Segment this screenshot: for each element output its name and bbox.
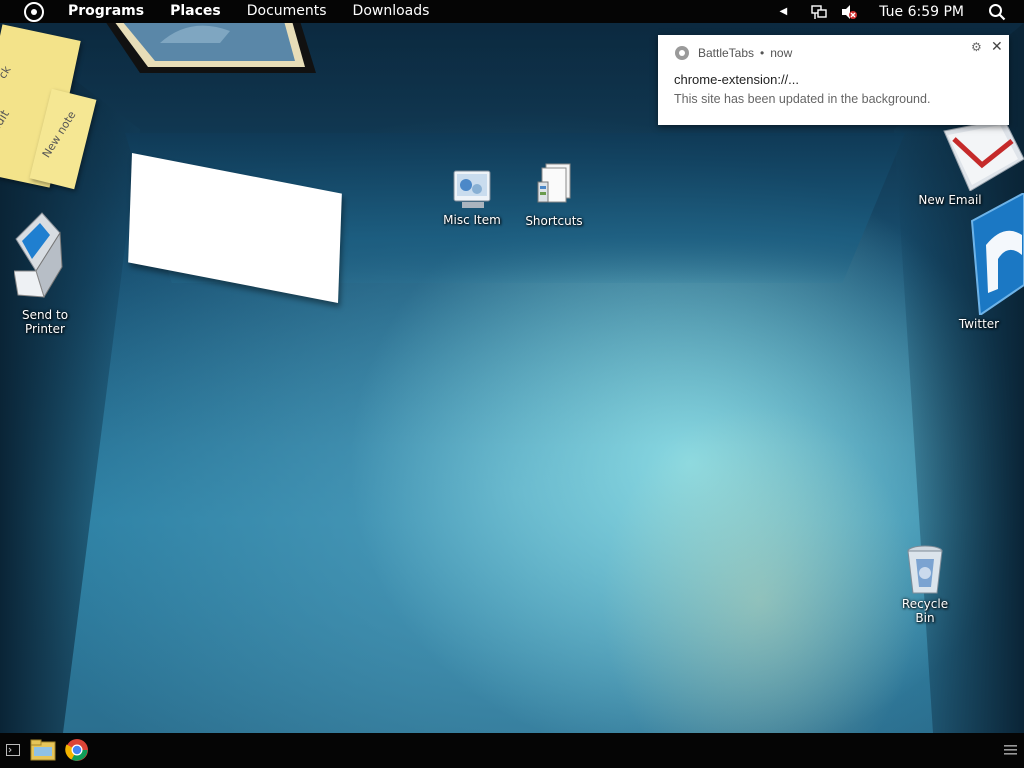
notification-app-name: BattleTabs (698, 46, 755, 60)
picture-frame-widget[interactable] (100, 23, 320, 77)
start-icon (31, 8, 37, 15)
clock[interactable]: Tue 6:59 PM (879, 4, 964, 20)
desktop-background[interactable]: ck edit New note Send to Printer Misc It… (0, 23, 1024, 733)
twitter-label: Twitter (958, 317, 1000, 331)
shortcuts-label: Shortcuts (525, 214, 583, 228)
menu-programs[interactable]: Programs (68, 0, 144, 23)
shortcuts-icon[interactable]: Shortcuts (522, 162, 586, 228)
envelope-icon (943, 119, 1024, 191)
notification-separator: • (760, 46, 765, 60)
control-panel-icon (453, 170, 491, 208)
top-panel: Programs Places Documents Downloads ◀ Tu… (0, 0, 1024, 23)
notification-header: BattleTabs • now (675, 46, 792, 60)
notification-title: chrome-extension://... (674, 72, 799, 87)
menu-downloads[interactable]: Downloads (353, 0, 430, 23)
twitter-bird-icon (970, 193, 1024, 315)
terminal-icon[interactable] (6, 744, 20, 756)
sticky-note-text: edit (0, 107, 12, 135)
trash-bin-icon (907, 545, 943, 594)
send-to-printer-icon[interactable]: Send to Printer (10, 211, 80, 336)
notification-popup[interactable]: BattleTabs • now ⚙ ✕ chrome-extension://… (658, 35, 1009, 125)
chrome-icon (675, 46, 689, 60)
shortcuts-documents-icon (537, 163, 571, 203)
misc-item-icon[interactable]: Misc Item (440, 169, 504, 227)
system-tray: ◀ Tue 6:59 PM (780, 0, 1024, 23)
send-to-printer-label-line2: Printer (25, 322, 65, 336)
menu-places[interactable]: Places (170, 0, 221, 23)
floor-light-glow (600, 403, 920, 733)
twitter-icon[interactable]: Twitter (944, 193, 1024, 331)
recycle-bin-label: Recycle Bin (901, 597, 949, 625)
printer-icon (13, 212, 63, 299)
start-button[interactable] (24, 1, 44, 22)
misc-item-label: Misc Item (443, 213, 501, 227)
gear-icon[interactable]: ⚙ (971, 40, 982, 54)
menu-documents[interactable]: Documents (247, 0, 327, 23)
notification-body: This site has been updated in the backgr… (674, 92, 931, 106)
taskbar (0, 733, 1024, 768)
menu-icon[interactable] (1004, 745, 1017, 755)
search-icon[interactable] (988, 3, 1006, 21)
file-explorer-icon[interactable] (30, 738, 56, 762)
recycle-bin-icon[interactable]: Recycle Bin (892, 543, 958, 625)
sticky-note-text: ck (0, 63, 14, 82)
volume-muted-icon[interactable] (841, 4, 858, 20)
tray-expand-arrow-icon[interactable]: ◀ (780, 6, 788, 17)
close-icon[interactable]: ✕ (991, 38, 1003, 55)
network-icon[interactable] (811, 4, 827, 20)
notification-time: now (770, 46, 793, 60)
sticky-note-text: New note (39, 108, 79, 161)
chrome-browser-icon[interactable] (65, 738, 89, 762)
send-to-printer-label-line1: Send to (21, 308, 69, 322)
